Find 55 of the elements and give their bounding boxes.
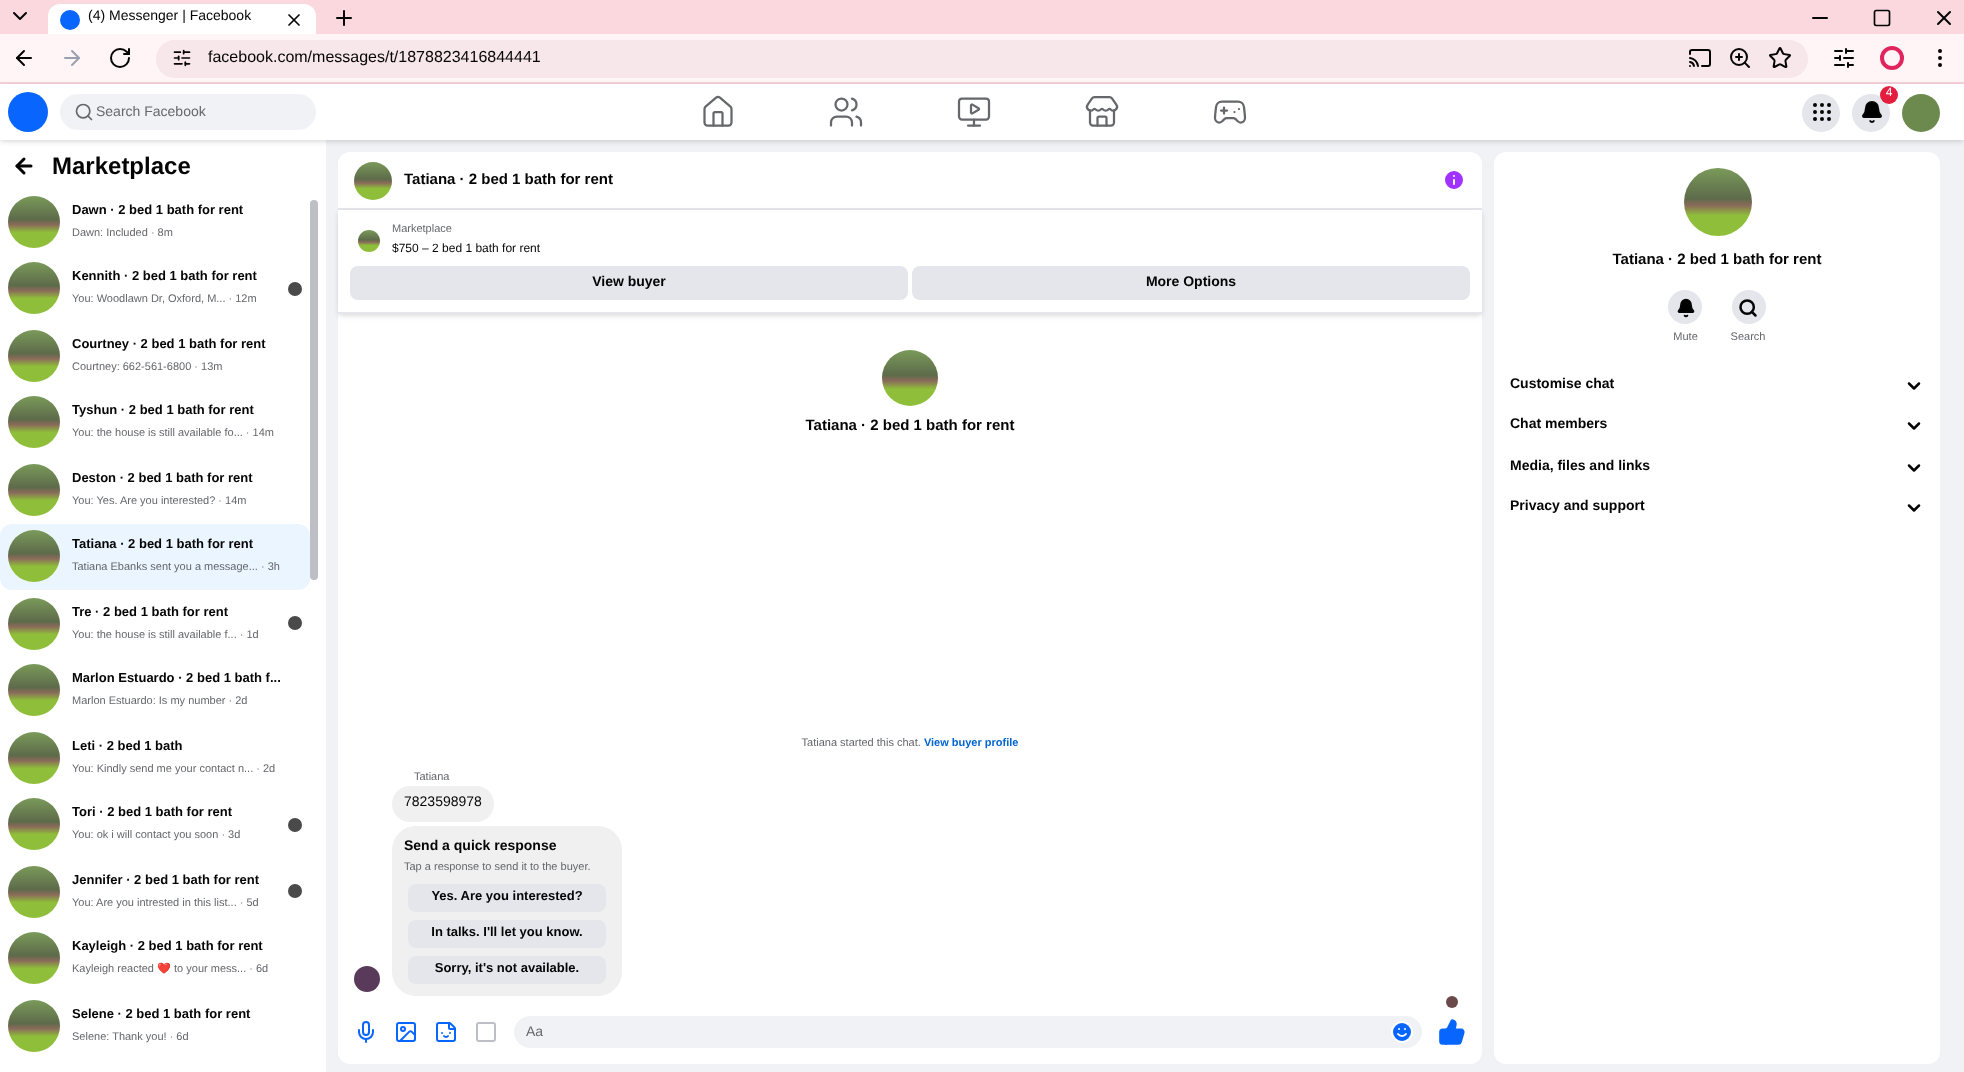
- house-photo: [8, 798, 60, 851]
- house-photo: [8, 262, 60, 315]
- sidebar-title: Marketplace: [52, 150, 191, 184]
- sender-avatar: [354, 966, 380, 992]
- search-button[interactable]: [1731, 290, 1765, 325]
- house-photo: [8, 530, 60, 583]
- house-photo: [8, 664, 60, 717]
- site-settings-icon[interactable]: [172, 48, 192, 68]
- back-icon[interactable]: [12, 46, 36, 70]
- bell-icon: [1675, 297, 1696, 318]
- menu-button[interactable]: [1802, 93, 1840, 131]
- cast-icon[interactable]: [1688, 46, 1712, 70]
- url-text: facebook.com/messages/t/1878823416844441: [208, 46, 543, 70]
- like-icon[interactable]: [1438, 1018, 1466, 1046]
- media-controls-icon[interactable]: [1832, 46, 1856, 70]
- microphone-icon[interactable]: [354, 1020, 378, 1044]
- account-avatar[interactable]: [1902, 93, 1940, 131]
- house-photo: [8, 865, 60, 918]
- house-photo: [1683, 168, 1751, 236]
- address-bar[interactable]: facebook.com/messages/t/1878823416844441: [156, 39, 1808, 77]
- house-photo: [882, 350, 938, 407]
- close-icon[interactable]: [284, 9, 304, 29]
- house-photo: [8, 999, 60, 1052]
- scrollbar-thumb[interactable]: [310, 200, 318, 580]
- house-photo: [8, 597, 60, 650]
- search-icon: [74, 102, 94, 122]
- house-photo: [8, 195, 60, 248]
- zoom-icon[interactable]: [1728, 46, 1752, 70]
- read-receipt-avatar: [1446, 996, 1458, 1008]
- reload-icon[interactable]: [108, 46, 132, 70]
- house-photo: [354, 161, 392, 199]
- gaming-icon[interactable]: [1212, 94, 1248, 130]
- home-icon[interactable]: [700, 94, 736, 130]
- search-icon: [1738, 297, 1758, 318]
- house-photo: [8, 396, 60, 449]
- image-icon[interactable]: [394, 1020, 418, 1044]
- close-window-icon[interactable]: [1932, 6, 1956, 30]
- grid-icon: [1809, 100, 1833, 124]
- video-icon[interactable]: [956, 94, 992, 130]
- bookmark-star-icon[interactable]: [1768, 46, 1792, 70]
- house-photo: [8, 731, 60, 784]
- sticker-icon[interactable]: [434, 1020, 458, 1044]
- back-arrow-icon[interactable]: [12, 154, 36, 178]
- restore-icon[interactable]: [1872, 8, 1892, 28]
- bell-icon: [1859, 100, 1883, 124]
- house-photo: [358, 230, 380, 253]
- friends-icon[interactable]: [828, 94, 864, 130]
- new-tab-icon[interactable]: [332, 6, 356, 30]
- store-icon[interactable]: [1084, 94, 1120, 130]
- info-icon[interactable]: [1442, 168, 1466, 192]
- profile-icon[interactable]: [1880, 46, 1904, 70]
- house-photo: [8, 463, 60, 516]
- house-photo: [8, 932, 60, 985]
- house-photo: [8, 329, 60, 382]
- mute-button[interactable]: [1668, 290, 1703, 325]
